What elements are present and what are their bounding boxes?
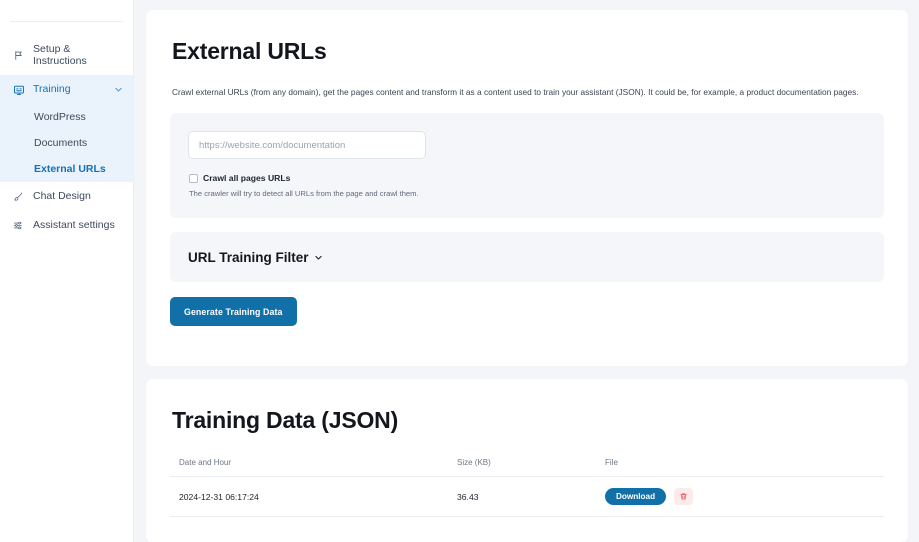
file-actions: Download — [605, 488, 884, 505]
page-description: Crawl external URLs (from any domain), g… — [172, 87, 884, 97]
sidebar-item-documents[interactable]: Documents — [0, 130, 133, 156]
url-input[interactable] — [188, 131, 426, 159]
column-header-size: Size (KB) — [448, 458, 596, 477]
cell-file: Download — [596, 477, 884, 517]
training-data-card: Training Data (JSON) Date and Hour Size … — [146, 379, 908, 542]
sidebar-item-label: Setup & Instructions — [33, 44, 123, 67]
sidebar-subnav-training: WordPress Documents External URLs — [0, 104, 133, 182]
column-header-date: Date and Hour — [170, 458, 448, 477]
cell-date: 2024-12-31 06:17:24 — [170, 477, 448, 517]
sidebar-item-setup-instructions[interactable]: Setup & Instructions — [0, 36, 133, 75]
table-row: 2024-12-31 06:17:24 36.43 Download — [170, 477, 884, 517]
app-root: Setup & Instructions Training — [0, 0, 919, 542]
sidebar-item-wordpress[interactable]: WordPress — [0, 104, 133, 130]
cell-size: 36.43 — [448, 477, 596, 517]
sidebar: Setup & Instructions Training — [0, 0, 134, 542]
sidebar-item-label: Chat Design — [33, 191, 91, 203]
training-data-title: Training Data (JSON) — [172, 407, 884, 434]
table-head: Date and Hour Size (KB) File — [170, 458, 884, 477]
crawl-all-row: Crawl all pages URLs — [189, 173, 866, 183]
page-title: External URLs — [172, 38, 884, 65]
generate-training-data-button[interactable]: Generate Training Data — [170, 297, 297, 326]
column-header-file: File — [596, 458, 884, 477]
crawl-settings-panel: Crawl all pages URLs The crawler will tr… — [170, 113, 884, 218]
sidebar-item-label: Training — [33, 84, 71, 96]
chevron-down-icon[interactable] — [314, 253, 323, 262]
sidebar-divider — [10, 21, 123, 22]
crawl-all-checkbox[interactable] — [189, 174, 198, 183]
sidebar-group-training: Training WordPress Documents External UR… — [0, 75, 133, 182]
sidebar-item-label: Assistant settings — [33, 220, 115, 232]
url-training-filter-panel[interactable]: URL Training Filter — [170, 232, 884, 282]
trash-icon — [679, 489, 688, 504]
paintbrush-icon — [12, 190, 25, 203]
sidebar-item-chat-design[interactable]: Chat Design — [0, 182, 133, 211]
training-board-icon — [12, 83, 25, 96]
download-button[interactable]: Download — [605, 488, 666, 505]
table-body: 2024-12-31 06:17:24 36.43 Download — [170, 477, 884, 517]
table-header-row: Date and Hour Size (KB) File — [170, 458, 884, 477]
main-content: External URLs Crawl external URLs (from … — [134, 0, 919, 542]
crawl-all-help-text: The crawler will try to detect all URLs … — [189, 189, 866, 198]
sidebar-item-assistant-settings[interactable]: Assistant settings — [0, 211, 133, 240]
sidebar-item-external-urls[interactable]: External URLs — [0, 156, 133, 182]
training-data-table: Date and Hour Size (KB) File 2024-12-31 … — [170, 458, 884, 517]
url-training-filter-title: URL Training Filter — [188, 250, 309, 265]
crawl-all-label: Crawl all pages URLs — [203, 173, 290, 183]
sliders-icon — [12, 219, 25, 232]
sidebar-item-training[interactable]: Training — [0, 75, 133, 104]
chevron-down-icon[interactable] — [114, 85, 123, 94]
external-urls-card: External URLs Crawl external URLs (from … — [146, 10, 908, 366]
sidebar-nav: Setup & Instructions Training — [0, 36, 133, 240]
flag-icon — [12, 49, 25, 62]
delete-button[interactable] — [674, 488, 693, 505]
url-training-filter-toggle[interactable]: URL Training Filter — [188, 250, 323, 265]
